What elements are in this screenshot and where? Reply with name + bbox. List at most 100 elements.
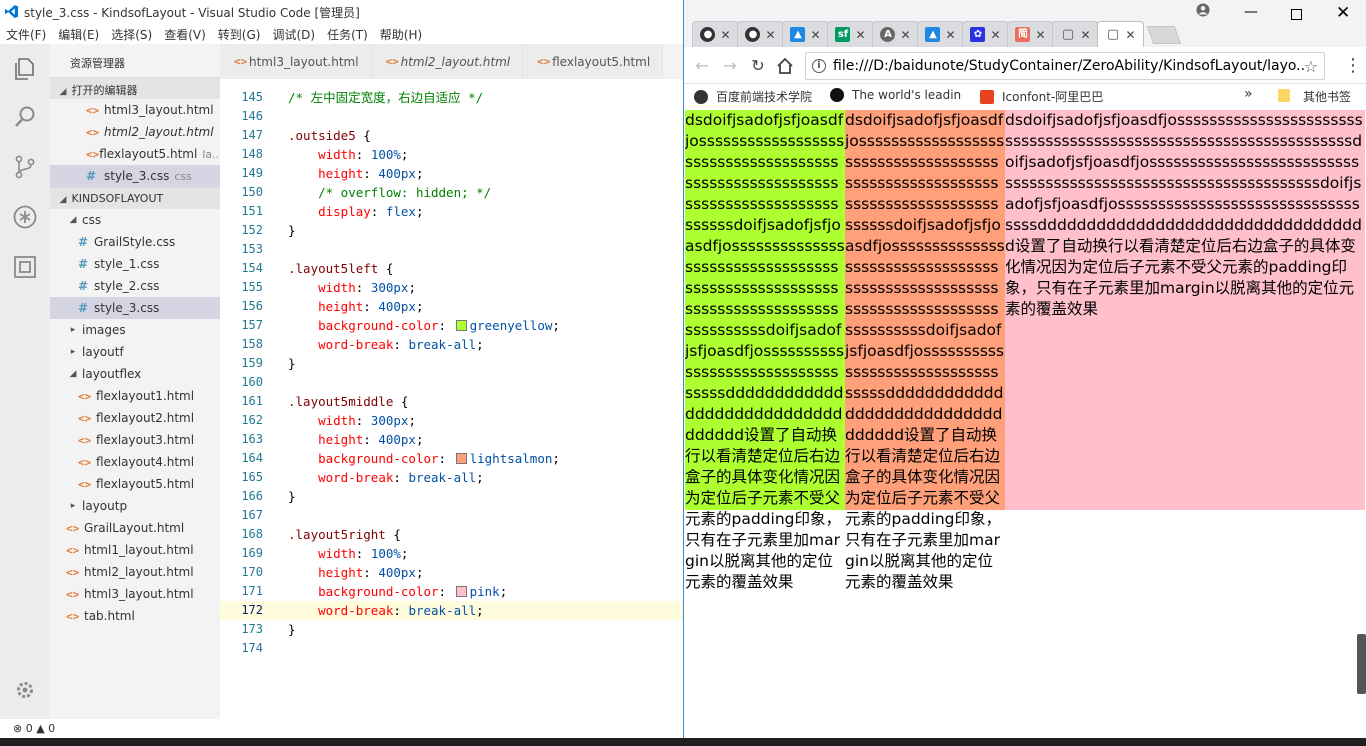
reload-icon[interactable]: ↻ [748, 56, 768, 76]
close-tab-icon[interactable]: ✕ [990, 28, 1000, 42]
other-bookmarks[interactable]: 其他书签 [1303, 88, 1351, 105]
extensions-icon[interactable] [12, 254, 38, 280]
file-item[interactable]: <> flexlayout5.html [50, 473, 220, 495]
code-token: height [318, 299, 364, 314]
file-item[interactable]: # GrailStyle.css [50, 231, 220, 253]
menu-item[interactable]: 调试(D) [266, 23, 321, 44]
line-number: 167 [241, 508, 263, 522]
more-menu-icon[interactable]: ⋮ [1344, 55, 1362, 76]
back-arrow-icon[interactable]: ← [692, 56, 712, 76]
browser-tab[interactable]: ▲ ✕ [917, 21, 964, 47]
menu-item[interactable]: 帮助(H) [374, 23, 428, 44]
browser-tab[interactable]: ▢ ✕ [1097, 21, 1144, 47]
close-tab-icon[interactable]: ✕ [720, 28, 730, 42]
close-tab-icon[interactable]: ✕ [1125, 28, 1135, 42]
browser-tab[interactable]: ● ✕ [737, 21, 784, 47]
css-file-icon: # [86, 169, 97, 183]
debug-icon[interactable] [12, 204, 38, 230]
browser-tab[interactable]: sf ✕ [827, 21, 874, 47]
editor-tab[interactable]: <> html2_layout.html [371, 44, 524, 79]
project-header[interactable]: ◢ KINDSOFLAYOUT [50, 187, 220, 209]
browser-tab[interactable]: ✿ ✕ [962, 21, 1009, 47]
search-icon[interactable] [12, 104, 38, 130]
code-text: /* 左中固定宽度，右边自适应 */ [263, 88, 483, 107]
code-view[interactable]: 145/* 左中固定宽度，右边自适应 */146 147 .outside5 {14… [220, 88, 684, 658]
close-window-button[interactable]: ✕ [1336, 3, 1350, 23]
code-line: 153 [220, 240, 684, 259]
file-item[interactable]: <> flexlayout2.html [50, 407, 220, 429]
bookmark-item[interactable]: 百度前端技术学院 [694, 88, 812, 105]
home-icon[interactable] [775, 56, 795, 76]
color-swatch[interactable] [455, 320, 467, 331]
maximize-button[interactable] [1291, 9, 1302, 20]
line-number: 166 [241, 489, 263, 503]
minimize-button[interactable]: — [1244, 4, 1258, 20]
bookmark-star-icon[interactable]: ☆ [1304, 57, 1318, 76]
file-item[interactable]: <> GrailLayout.html [50, 517, 220, 539]
file-item[interactable]: # style_2.css [50, 275, 220, 297]
close-tab-icon[interactable]: ✕ [855, 28, 865, 42]
file-item[interactable]: # style_1.css [50, 253, 220, 275]
browser-tab[interactable]: 简 ✕ [1007, 21, 1054, 47]
settings-gear-icon[interactable] [15, 680, 35, 700]
close-tab-icon[interactable]: ✕ [945, 28, 955, 42]
file-item[interactable]: <> html1_layout.html [50, 539, 220, 561]
open-editors-header[interactable]: ◢ 打开的编辑器 [50, 77, 220, 99]
open-editor-item[interactable]: <> html3_layout.html [50, 99, 220, 121]
menu-item[interactable]: 编辑(E) [52, 23, 105, 44]
forward-arrow-icon[interactable]: → [720, 56, 740, 76]
scrollbar-thumb[interactable] [1357, 634, 1366, 694]
close-tab-icon[interactable]: ✕ [810, 28, 820, 42]
open-editor-item[interactable]: <>flexlayout5.html la... [50, 143, 220, 165]
browser-tab[interactable]: ● ✕ [692, 21, 739, 47]
color-swatch[interactable] [455, 453, 467, 464]
profile-icon[interactable] [1196, 3, 1210, 17]
file-item[interactable]: # style_3.css [50, 297, 220, 319]
file-item[interactable]: <> html3_layout.html [50, 583, 220, 605]
folder-item[interactable]: ▸ layoutp [50, 495, 220, 517]
code-token: : [355, 546, 371, 561]
color-swatch[interactable] [455, 586, 467, 597]
file-item[interactable]: <> flexlayout3.html [50, 429, 220, 451]
menu-item[interactable]: 任务(T) [321, 23, 374, 44]
url-text[interactable]: file:///D:/baidunote/StudyContainer/Zero… [833, 58, 1305, 74]
code-token: : [355, 147, 371, 162]
info-icon[interactable]: i [812, 59, 826, 73]
new-tab-button[interactable] [1146, 26, 1182, 44]
problems-status[interactable]: ⊗ 0 ▲ 0 [13, 722, 55, 735]
bookmarks-overflow-chevron[interactable]: » [1244, 86, 1253, 102]
source-control-icon[interactable] [12, 154, 38, 180]
folder-item[interactable]: ◢ css [50, 209, 220, 231]
open-editor-label: flexlayout5.html [99, 147, 198, 161]
close-tab-icon[interactable]: ✕ [1035, 28, 1045, 42]
explorer-icon[interactable] [12, 56, 38, 82]
menu-item[interactable]: 选择(S) [105, 23, 158, 44]
file-item[interactable]: <> flexlayout4.html [50, 451, 220, 473]
browser-tab[interactable]: ▢ ✕ [1052, 21, 1099, 47]
close-tab-icon[interactable]: ✕ [765, 28, 775, 42]
bookmark-item[interactable]: The world's leading [830, 88, 962, 102]
close-tab-icon[interactable]: ✕ [1080, 28, 1090, 42]
menu-item[interactable]: 查看(V) [158, 23, 212, 44]
folder-item[interactable]: ◢ layoutflex [50, 363, 220, 385]
open-editor-item[interactable]: # style_3.css css [50, 165, 220, 187]
code-line: 145 /* 左中固定宽度，右边自适应 */ [220, 88, 684, 107]
code-token: .layout5middle [288, 394, 394, 409]
code-text: .layout5middle { [263, 392, 408, 411]
file-item[interactable]: <> html2_layout.html [50, 561, 220, 583]
folder-item[interactable]: ▸ layoutf [50, 341, 220, 363]
open-editor-item[interactable]: <> html2_layout.html [50, 121, 220, 143]
menu-item[interactable]: 转到(G) [212, 23, 267, 44]
editor-tab[interactable]: <> html3_layout.html [220, 44, 372, 79]
menu-item[interactable]: 文件(F) [0, 23, 52, 44]
browser-tab[interactable]: ▲ ✕ [782, 21, 829, 47]
file-item[interactable]: <> tab.html [50, 605, 220, 627]
address-bar[interactable]: i file:///D:/baidunote/StudyContainer/Ze… [805, 52, 1325, 80]
bookmark-item[interactable]: Iconfont-阿里巴巴 [980, 88, 1112, 105]
file-item[interactable]: <> flexlayout1.html [50, 385, 220, 407]
editor-tab[interactable]: <> flexlayout5.html [523, 44, 664, 79]
close-tab-icon[interactable]: ✕ [900, 28, 910, 42]
browser-tab[interactable]: A ✕ [872, 21, 919, 47]
folder-item[interactable]: ▸ images [50, 319, 220, 341]
